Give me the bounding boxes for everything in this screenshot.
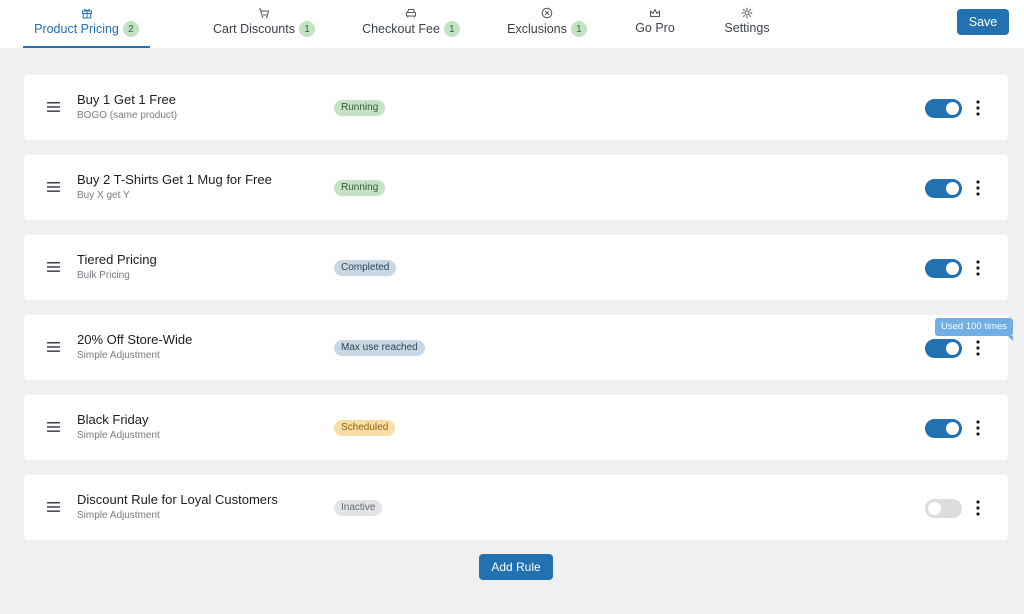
toggle-knob [946, 342, 959, 355]
cart-icon [259, 8, 270, 18]
gear-icon [741, 7, 753, 19]
drag-handle-icon[interactable] [47, 181, 60, 193]
toggle-knob [928, 502, 941, 515]
rule-type: Simple Adjustment [77, 350, 160, 361]
tab-checkout-fee[interactable]: Checkout Fee 1 [362, 0, 460, 48]
tab-count-badge: 1 [298, 21, 315, 37]
kebab-menu-icon[interactable] [972, 418, 984, 438]
tab-go-pro[interactable]: Go Pro [632, 0, 678, 48]
rule-card: Buy 1 Get 1 Free BOGO (same product) Run… [24, 75, 1008, 140]
add-rule-button[interactable]: Add Rule [479, 554, 553, 580]
usage-tooltip: Used 100 times [935, 318, 1014, 341]
rule-type: Bulk Pricing [77, 270, 130, 281]
rule-type: Buy X get Y [77, 190, 130, 201]
rule-enable-toggle[interactable] [925, 339, 962, 358]
tab-label: Product Pricing [34, 22, 119, 36]
status-badge: Scheduled [334, 420, 396, 436]
rule-card: Discount Rule for Loyal Customers Simple… [24, 475, 1008, 540]
tab-label: Settings [724, 21, 770, 35]
tab-label: Go Pro [635, 21, 675, 35]
status-badge: Completed [334, 260, 397, 276]
drag-handle-icon[interactable] [47, 501, 60, 513]
tab-settings[interactable]: Settings [720, 0, 774, 48]
rule-type: Simple Adjustment [77, 430, 160, 441]
kebab-menu-icon[interactable] [972, 178, 984, 198]
circle-x-icon [541, 7, 553, 19]
save-button[interactable]: Save [957, 9, 1009, 35]
toggle-knob [946, 182, 959, 195]
rule-card: Tiered Pricing Bulk Pricing Completed [24, 235, 1008, 300]
tab-exclusions[interactable]: Exclusions 1 [507, 0, 587, 48]
tab-count-badge: 2 [122, 21, 139, 37]
kebab-menu-icon[interactable] [972, 498, 984, 518]
rule-title[interactable]: 20% Off Store-Wide [77, 332, 192, 347]
drag-handle-icon[interactable] [47, 101, 60, 113]
rule-enable-toggle[interactable] [925, 419, 962, 438]
status-badge: Inactive [334, 500, 383, 516]
rule-card: Black Friday Simple Adjustment Scheduled [24, 395, 1008, 460]
status-badge: Running [334, 180, 386, 196]
drag-handle-icon[interactable] [47, 421, 60, 433]
rule-enable-toggle[interactable] [925, 499, 962, 518]
tab-label: Cart Discounts [213, 22, 295, 36]
crown-icon [650, 9, 660, 17]
rule-type: Simple Adjustment [77, 510, 160, 521]
rule-title[interactable]: Tiered Pricing [77, 252, 157, 267]
tab-count-badge: 1 [570, 21, 587, 37]
top-navigation: Product Pricing 2 Cart Discounts 1 Check… [0, 0, 1024, 48]
rule-title[interactable]: Discount Rule for Loyal Customers [77, 492, 278, 507]
rule-card: 20% Off Store-Wide Simple Adjustment Max… [24, 315, 1008, 380]
rule-title[interactable]: Buy 2 T-Shirts Get 1 Mug for Free [77, 172, 272, 187]
toggle-knob [946, 422, 959, 435]
active-tab-indicator [23, 46, 150, 48]
rule-title[interactable]: Black Friday [77, 412, 149, 427]
tab-label: Exclusions [507, 22, 567, 36]
car-icon [406, 9, 416, 18]
toggle-knob [946, 262, 959, 275]
rule-enable-toggle[interactable] [925, 99, 962, 118]
status-badge: Running [334, 100, 386, 116]
rule-enable-toggle[interactable] [925, 259, 962, 278]
rule-enable-toggle[interactable] [925, 179, 962, 198]
rule-type: BOGO (same product) [77, 110, 178, 121]
drag-handle-icon[interactable] [47, 341, 60, 353]
tab-count-badge: 1 [443, 21, 460, 37]
kebab-menu-icon[interactable] [972, 258, 984, 278]
tab-cart-discounts[interactable]: Cart Discounts 1 [212, 0, 316, 48]
toggle-knob [946, 102, 959, 115]
tab-label: Checkout Fee [362, 22, 440, 36]
rule-card: Buy 2 T-Shirts Get 1 Mug for Free Buy X … [24, 155, 1008, 220]
tab-product-pricing[interactable]: Product Pricing 2 [23, 0, 150, 48]
kebab-menu-icon[interactable] [972, 338, 984, 358]
gift-icon [81, 9, 92, 19]
rule-title[interactable]: Buy 1 Get 1 Free [77, 92, 176, 107]
kebab-menu-icon[interactable] [972, 98, 984, 118]
drag-handle-icon[interactable] [47, 261, 60, 273]
status-badge: Max use reached [334, 340, 425, 356]
